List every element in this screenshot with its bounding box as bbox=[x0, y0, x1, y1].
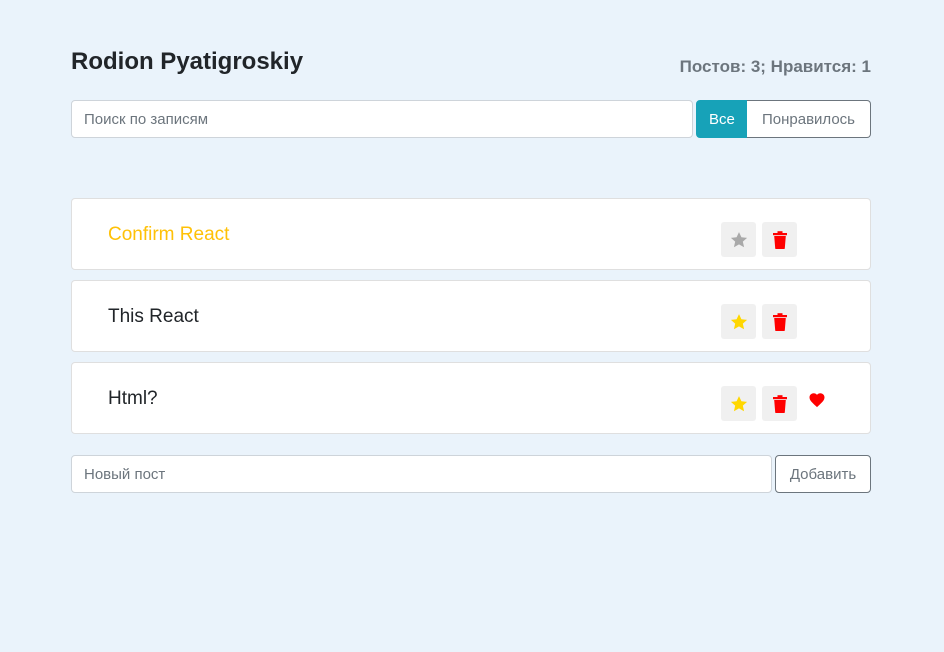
filter-liked-button[interactable]: Понравилось bbox=[747, 100, 871, 138]
star-button[interactable] bbox=[721, 304, 756, 339]
list-item: Html? bbox=[71, 362, 871, 434]
list-item: Confirm React bbox=[71, 198, 871, 270]
search-panel: Все Понравилось bbox=[71, 100, 871, 138]
post-label[interactable]: Confirm React bbox=[108, 224, 229, 246]
post-status-filter: Все Понравилось bbox=[696, 100, 871, 138]
page-title: Rodion Pyatigroskiy bbox=[71, 48, 304, 75]
trash-icon bbox=[772, 394, 787, 413]
post-stats: Постов: 3; Нравится: 1 bbox=[679, 57, 871, 76]
filter-all-button[interactable]: Все bbox=[696, 100, 747, 138]
trash-icon bbox=[772, 312, 787, 331]
heart-icon bbox=[809, 393, 825, 408]
post-label[interactable]: Html? bbox=[108, 388, 158, 410]
delete-button[interactable] bbox=[762, 386, 797, 421]
star-icon bbox=[730, 313, 747, 329]
star-icon bbox=[730, 231, 747, 247]
star-button[interactable] bbox=[721, 222, 756, 257]
star-icon bbox=[730, 395, 747, 411]
post-list: Confirm React This React Html? bbox=[71, 198, 871, 444]
add-post-button[interactable]: Добавить bbox=[775, 455, 871, 493]
new-post-input[interactable] bbox=[71, 455, 772, 493]
delete-button[interactable] bbox=[762, 222, 797, 257]
list-item: This React bbox=[71, 280, 871, 352]
app-header: Rodion Pyatigroskiy Постов: 3; Нравится:… bbox=[71, 44, 871, 84]
post-label[interactable]: This React bbox=[108, 306, 199, 328]
star-button[interactable] bbox=[721, 386, 756, 421]
trash-icon bbox=[772, 230, 787, 249]
post-add-form: Добавить bbox=[71, 455, 871, 493]
search-input[interactable] bbox=[71, 100, 693, 138]
delete-button[interactable] bbox=[762, 304, 797, 339]
